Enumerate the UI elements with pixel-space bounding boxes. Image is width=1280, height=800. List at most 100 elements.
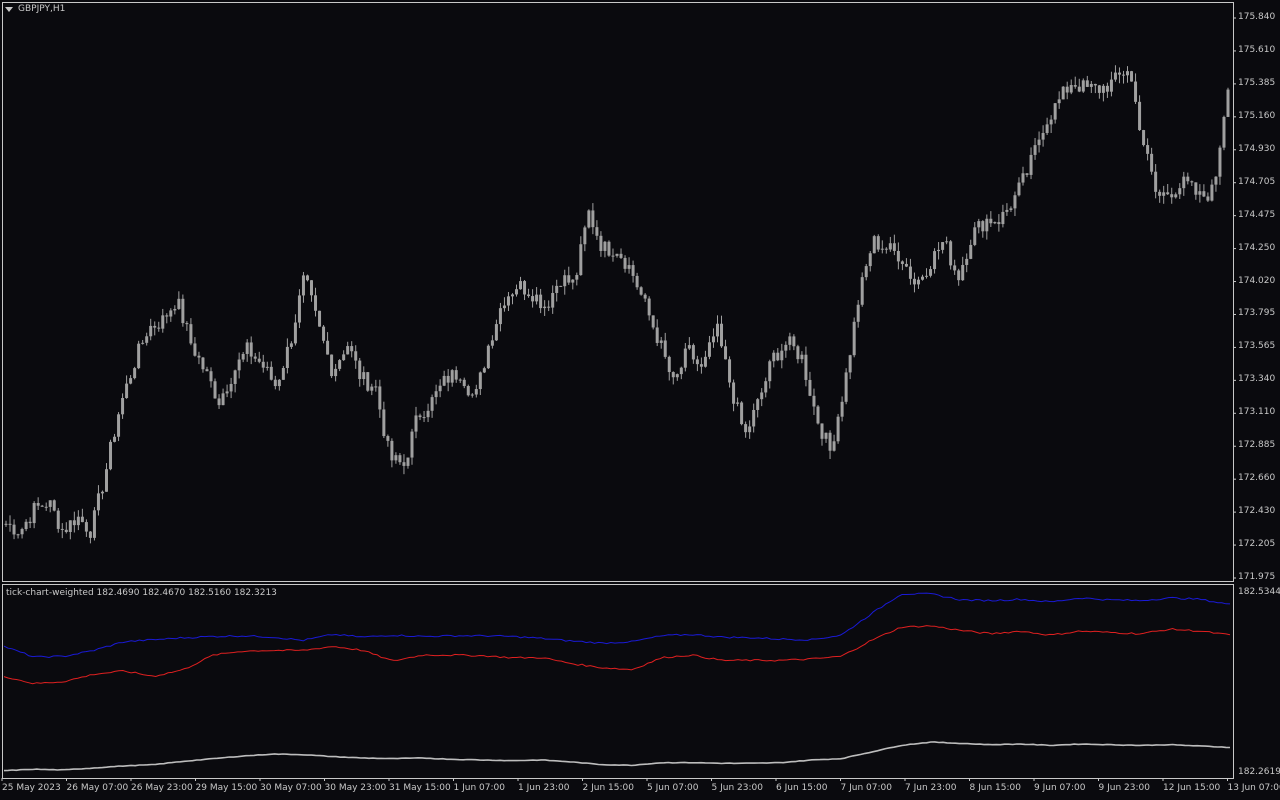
candle-body bbox=[125, 383, 129, 399]
candle-body bbox=[109, 441, 113, 470]
candle-body bbox=[699, 364, 703, 367]
candle-body bbox=[237, 359, 241, 371]
candle-body bbox=[366, 372, 370, 391]
candle-body bbox=[36, 503, 40, 506]
candle-body bbox=[326, 340, 330, 355]
candle-body bbox=[350, 346, 354, 352]
candle-body bbox=[24, 521, 28, 530]
candle-body bbox=[1182, 176, 1186, 189]
candle-body bbox=[824, 432, 828, 439]
candle-body bbox=[117, 414, 121, 437]
candle-body bbox=[973, 227, 977, 245]
candle-body bbox=[249, 342, 253, 357]
candle-body bbox=[494, 324, 498, 341]
candle-body bbox=[402, 462, 406, 466]
candle-body bbox=[989, 218, 993, 224]
candle-body bbox=[273, 379, 277, 387]
candle-body bbox=[482, 368, 486, 373]
candle-body bbox=[519, 281, 523, 290]
candle-body bbox=[257, 358, 261, 362]
candle-body bbox=[687, 345, 691, 349]
candle-body bbox=[925, 275, 929, 277]
time-axis-label: 1 Jun 07:00 bbox=[453, 783, 505, 793]
indicator-line-blue bbox=[3, 592, 1231, 659]
price-axis-label: 175.610 bbox=[1238, 44, 1276, 55]
time-axis-label: 5 Jun 07:00 bbox=[647, 783, 699, 793]
time-axis-label: 29 May 15:00 bbox=[195, 783, 258, 793]
candle-body bbox=[338, 360, 342, 369]
candle-body bbox=[812, 395, 816, 407]
candle-body bbox=[1222, 116, 1226, 148]
candle-body bbox=[32, 503, 36, 524]
candle-body bbox=[121, 398, 125, 415]
candle-body bbox=[293, 322, 297, 344]
symbol-label: GBPJPY,H1 bbox=[18, 4, 66, 14]
candle-body bbox=[297, 295, 301, 323]
candle-body bbox=[76, 516, 80, 526]
candle-body bbox=[478, 372, 482, 390]
candle-body bbox=[631, 265, 635, 276]
candle-body bbox=[707, 342, 711, 357]
candle-body bbox=[1117, 72, 1121, 75]
chart-canvas[interactable] bbox=[0, 0, 1280, 800]
indicator-axis-label: 182.5344 bbox=[1238, 587, 1280, 597]
candle-body bbox=[386, 436, 390, 441]
candle-body bbox=[161, 315, 165, 329]
candle-body bbox=[96, 493, 100, 511]
candle-body bbox=[1001, 211, 1005, 225]
time-axis-label: 8 Jun 15:00 bbox=[969, 783, 1021, 793]
candle-body bbox=[788, 336, 792, 345]
candle-body bbox=[12, 524, 16, 535]
candle-body bbox=[671, 372, 675, 378]
candle-body bbox=[64, 529, 68, 532]
candle-body bbox=[1061, 86, 1065, 100]
candle-body bbox=[382, 409, 386, 437]
candle-body bbox=[969, 244, 973, 259]
price-axis-label: 174.020 bbox=[1238, 275, 1276, 286]
price-axis-label: 175.385 bbox=[1238, 77, 1276, 88]
chart-window[interactable]: GBPJPY,H1 tick-chart-weighted 182.4690 1… bbox=[0, 0, 1280, 800]
candle-body bbox=[1162, 192, 1166, 196]
price-axis-label: 175.160 bbox=[1238, 110, 1276, 121]
candle-body bbox=[394, 455, 398, 461]
candle-body bbox=[1089, 83, 1093, 87]
indicator-axis-label: 182.2619 bbox=[1238, 767, 1280, 777]
price-axis-label: 173.565 bbox=[1238, 341, 1276, 352]
candle-body bbox=[1210, 184, 1214, 201]
candle-body bbox=[56, 510, 60, 529]
candle-body bbox=[703, 356, 707, 367]
candle-body bbox=[1126, 71, 1130, 76]
candle-body bbox=[856, 304, 860, 322]
candle-body bbox=[358, 360, 362, 380]
candle-body bbox=[1017, 182, 1021, 196]
candle-body bbox=[181, 298, 185, 324]
candle-body bbox=[635, 275, 639, 288]
price-axis-label: 174.250 bbox=[1238, 242, 1276, 253]
candle-body bbox=[289, 343, 293, 347]
candle-body bbox=[1178, 188, 1182, 195]
candle-body bbox=[137, 343, 141, 369]
candle-body bbox=[1130, 71, 1134, 82]
candle-body bbox=[458, 379, 462, 381]
symbol-menu-icon[interactable] bbox=[5, 7, 13, 12]
candle-body bbox=[510, 294, 514, 297]
candle-body bbox=[1097, 85, 1101, 93]
candle-body bbox=[796, 346, 800, 360]
candle-body bbox=[470, 394, 474, 396]
candle-body bbox=[1057, 99, 1061, 104]
candle-body bbox=[261, 361, 265, 368]
candle-body bbox=[880, 248, 884, 250]
candle-body bbox=[322, 326, 326, 341]
candle-body bbox=[571, 279, 575, 283]
candle-body bbox=[310, 280, 313, 296]
candle-body bbox=[474, 389, 478, 395]
candle-body bbox=[724, 346, 728, 360]
time-axis-label: 5 Jun 23:00 bbox=[711, 783, 763, 793]
candle-body bbox=[1146, 145, 1150, 154]
candle-body bbox=[937, 249, 941, 252]
candle-body bbox=[16, 534, 20, 536]
candle-body bbox=[663, 340, 667, 357]
candle-body bbox=[611, 255, 615, 257]
candle-body bbox=[627, 265, 631, 269]
candle-body bbox=[502, 305, 506, 309]
